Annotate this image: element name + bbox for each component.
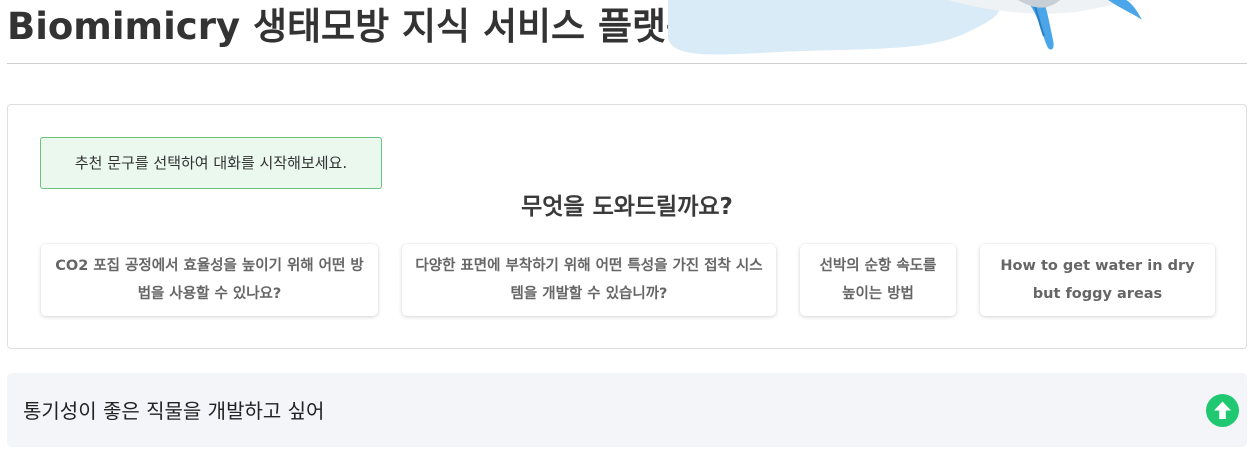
send-button[interactable] xyxy=(1206,394,1239,427)
welcome-question: 무엇을 도와드릴까요? xyxy=(521,194,733,220)
page-title: Biomimicry 생태모방 지식 서비스 플랫폼 xyxy=(7,5,701,48)
suggestion-label: 다양한 표면에 부착하기 위해 어떤 특성을 가진 접착 시스템을 개발할 수 … xyxy=(415,258,763,302)
suggestion-notice: 추천 문구를 선택하여 대화를 시작해보세요. xyxy=(40,137,382,189)
suggestion-label: 선박의 순항 속도를 높이는 방법 xyxy=(819,258,937,302)
suggestion-label: CO2 포집 공정에서 효율성을 높이기 위해 어떤 방법을 사용할 수 있나요… xyxy=(55,258,364,302)
arrow-up-circle-icon xyxy=(1206,394,1239,427)
header-divider xyxy=(7,63,1247,64)
chat-panel: 추천 문구를 선택하여 대화를 시작해보세요. 무엇을 도와드릴까요? CO2 … xyxy=(7,104,1247,349)
message-input[interactable] xyxy=(23,387,1183,431)
suggestion-card[interactable]: CO2 포집 공정에서 효율성을 높이기 위해 어떤 방법을 사용할 수 있나요… xyxy=(41,244,378,316)
suggestion-card[interactable]: 선박의 순항 속도를 높이는 방법 xyxy=(800,244,956,316)
whale-illustration xyxy=(668,0,1148,60)
suggestion-card[interactable]: 다양한 표면에 부착하기 위해 어떤 특성을 가진 접착 시스템을 개발할 수 … xyxy=(402,244,776,316)
suggestion-label: How to get water in dry but foggy areas xyxy=(1000,258,1195,302)
message-input-bar xyxy=(7,373,1247,447)
suggestion-card[interactable]: How to get water in dry but foggy areas xyxy=(980,244,1215,316)
header: Biomimicry 생태모방 지식 서비스 플랫폼 xyxy=(0,0,1253,64)
